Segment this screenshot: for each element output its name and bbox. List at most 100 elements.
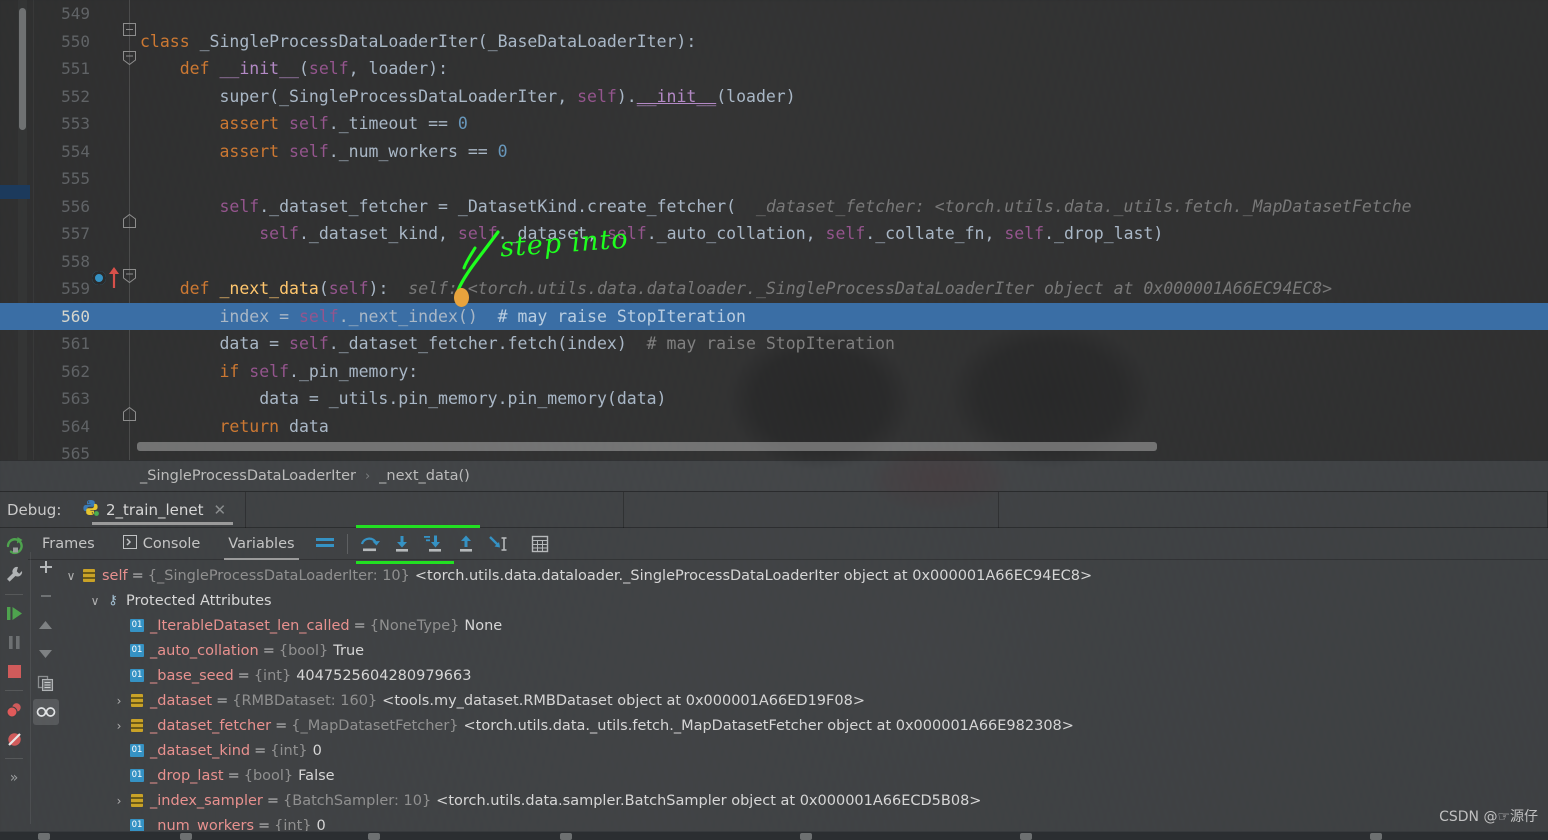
chevron-right-icon[interactable]: › — [110, 694, 128, 708]
fold-marker-next-data[interactable] — [123, 269, 136, 283]
variable-row[interactable]: 01 _dataset_kind = {int} 0 — [62, 738, 1548, 763]
code-line[interactable]: 555 — [0, 165, 1548, 193]
chevron-right-icon[interactable]: › — [110, 719, 128, 733]
breakpoint-icon[interactable] — [92, 271, 106, 285]
code-line[interactable]: 549 — [0, 0, 1548, 28]
chevron-down-icon[interactable]: ∨ — [62, 569, 80, 583]
variable-row[interactable]: › _index_sampler = {BatchSampler: 10} <torch… — [62, 788, 1548, 813]
code-line[interactable]: 562 if self._pin_memory: — [0, 358, 1548, 386]
code-line[interactable]: 554 assert self._num_workers == 0 — [0, 138, 1548, 166]
code-token: self — [289, 334, 329, 353]
variable-value: None — [464, 617, 503, 634]
inspect-button[interactable] — [32, 699, 59, 725]
tab-console[interactable]: Console — [109, 528, 215, 560]
code-token: data = — [140, 334, 290, 353]
variable-name: _dataset — [150, 692, 213, 709]
add-watch-button[interactable] — [33, 554, 59, 580]
chevron-down-icon[interactable]: ∨ — [86, 594, 104, 608]
code-line[interactable]: 558 — [0, 248, 1548, 276]
variables-tree[interactable]: ∨ self = {_SingleProcessDataLoaderIter: 10}… — [62, 560, 1548, 831]
editor-horizontal-scrollbar[interactable] — [137, 442, 1157, 451]
taskbar-item-6[interactable] — [1020, 833, 1032, 840]
code-line[interactable]: 551 def __init__(self, loader): — [0, 55, 1548, 83]
code-line[interactable]: 561 data = self._dataset_fetcher.fetch(i… — [0, 330, 1548, 358]
taskbar-item-1[interactable] — [38, 833, 50, 840]
fold-marker-class[interactable] — [123, 23, 136, 36]
rerun-button[interactable] — [1, 532, 27, 560]
step-over-button[interactable] — [354, 529, 386, 559]
debugger-settings-button[interactable] — [1, 561, 27, 589]
step-into-button[interactable] — [386, 529, 418, 559]
force-step-into-button[interactable] — [418, 529, 450, 559]
layout-settings-button[interactable] — [309, 529, 341, 559]
code-line[interactable]: 556 self._dataset_fetcher = _DatasetKind… — [0, 193, 1548, 221]
variable-row[interactable]: › _dataset = {RMBDataset: 160} <tools.my_dat… — [62, 688, 1548, 713]
move-down-button[interactable] — [33, 641, 59, 667]
execution-pointer-icon — [108, 267, 120, 293]
variable-name: _base_seed — [150, 667, 234, 684]
os-taskbar[interactable] — [0, 831, 1548, 840]
taskbar-item-3[interactable] — [368, 833, 380, 840]
breadcrumb[interactable]: _SingleProcessDataLoaderIter › _next_dat… — [0, 460, 1548, 491]
taskbar-item-2[interactable] — [180, 833, 192, 840]
close-icon[interactable]: ✕ — [213, 501, 226, 519]
variable-value: <tools.my_dataset.RMBDataset object at 0… — [382, 692, 865, 709]
resume-program-button[interactable] — [1, 600, 27, 628]
code-line[interactable]: 557 self._dataset_kind, self._dataset, s… — [0, 220, 1548, 248]
code-editor[interactable]: 549 550 class _SingleProcessDataLoaderIter… — [0, 0, 1548, 460]
variable-equals: = — [227, 767, 240, 784]
evaluate-expression-button[interactable] — [524, 529, 556, 559]
taskbar-item-7[interactable] — [1370, 833, 1382, 840]
taskbar-item-4[interactable] — [560, 833, 572, 840]
code-text: data = self._dataset_fetcher.fetch(index… — [140, 330, 895, 358]
taskbar-item-5[interactable] — [800, 833, 812, 840]
step-out-button[interactable] — [450, 529, 482, 559]
code-line[interactable]: 552 super(_SingleProcessDataLoaderIter, … — [0, 83, 1548, 111]
variable-row[interactable]: ∨ self = {_SingleProcessDataLoaderIter: 10}… — [62, 563, 1548, 588]
variable-equals: = — [266, 792, 280, 809]
code-token: ( — [318, 279, 329, 298]
code-line[interactable]: 563 data = _utils.pin_memory.pin_memory(… — [0, 385, 1548, 413]
code-line[interactable]: 553 assert self._timeout == 0 — [0, 110, 1548, 138]
code-text: assert self._timeout == 0 — [140, 110, 467, 138]
debug-session-tab[interactable]: 2_train_lenet ✕ — [68, 491, 246, 528]
variable-row[interactable]: 01 _drop_last = {bool} False — [62, 763, 1548, 788]
variable-row[interactable]: › _dataset_fetcher = {_MapDatasetFetcher} <t… — [62, 713, 1548, 738]
fold-marker-init[interactable] — [123, 51, 136, 65]
breadcrumb-item-class[interactable]: _SingleProcessDataLoaderIter — [140, 468, 356, 484]
tab-variables[interactable]: Variables — [214, 528, 308, 560]
view-breakpoints-button[interactable] — [1, 696, 27, 724]
code-line[interactable]: 559 def _next_data(self): self: <torch.u… — [0, 275, 1548, 303]
variable-row[interactable]: 01 _num_workers = {int} 0 — [62, 813, 1548, 831]
run-to-cursor-button[interactable] — [482, 529, 514, 559]
line-number: 555 — [61, 169, 90, 188]
stop-button[interactable] — [1, 658, 27, 686]
tab-variables-label: Variables — [228, 535, 295, 552]
variable-row[interactable]: 01 _base_seed = {int} 4047525604280979663 — [62, 663, 1548, 688]
code-token: 0 — [497, 141, 508, 161]
variable-row[interactable]: ∨ ⚷ Protected Attributes — [62, 588, 1548, 613]
code-token: ( — [298, 59, 309, 78]
chevron-right-icon[interactable]: › — [110, 794, 128, 808]
code-line[interactable]: 550 class _SingleProcessDataLoaderIter(_B… — [0, 28, 1548, 56]
code-text: assert self._num_workers == 0 — [140, 138, 508, 166]
code-line[interactable]: 560 index = self._next_index() # may rai… — [0, 302, 1548, 330]
variable-row[interactable]: 01 _auto_collation = {bool} True — [62, 638, 1548, 663]
line-number: 551 — [61, 59, 90, 78]
remove-watch-button[interactable] — [33, 583, 59, 609]
copy-value-button[interactable] — [33, 670, 59, 696]
mute-breakpoints-button[interactable] — [1, 725, 27, 753]
move-up-button[interactable] — [33, 612, 59, 638]
fold-marker-next-data-end[interactable] — [123, 407, 136, 421]
code-token: ). — [616, 86, 637, 106]
variable-row[interactable]: 01 _IterableDataset_len_called = {NoneType}… — [62, 613, 1548, 638]
code-line[interactable]: 564 return data — [0, 413, 1548, 441]
breadcrumb-item-method[interactable]: _next_data() — [379, 468, 470, 484]
fold-marker-init-end[interactable] — [123, 214, 136, 228]
pause-program-button[interactable] — [1, 629, 27, 657]
variable-name: _num_workers — [150, 817, 255, 832]
more-options-button[interactable]: » — [1, 764, 27, 792]
